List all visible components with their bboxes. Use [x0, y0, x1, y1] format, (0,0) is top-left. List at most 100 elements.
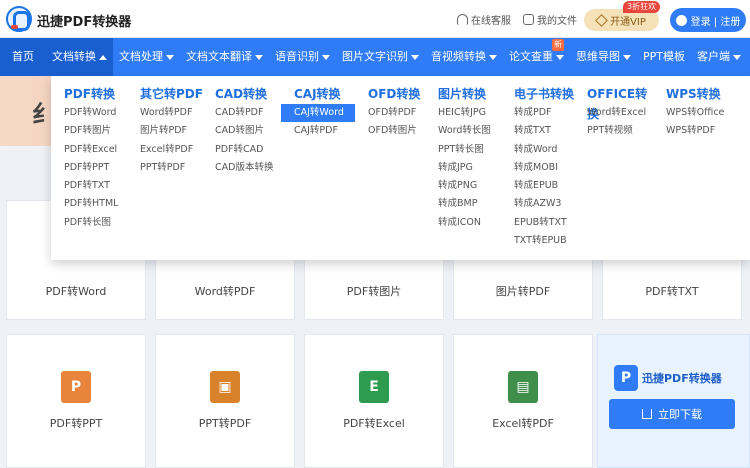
menu-column-to-pdf: 其它转PDF Word转PDF 图片转PDF Excel转PDF PPT转PDF [127, 84, 207, 177]
menu-item[interactable]: PPT转视频 [574, 122, 654, 140]
menu-item[interactable]: PDF转TXT [51, 177, 139, 195]
nav-item-ppt-template[interactable]: PPT模板 [637, 38, 691, 76]
menu-item[interactable]: 转成EPUB [501, 177, 581, 195]
nav-item-media[interactable]: 音视频转换 [425, 38, 503, 76]
menu-item[interactable]: PDF转CAD [202, 141, 282, 159]
download-button[interactable]: 立即下载 [609, 399, 735, 429]
menu-item[interactable]: OFD转图片 [355, 122, 429, 140]
tool-tile-pdf-to-excel[interactable]: E PDF转Excel [304, 334, 444, 468]
app-logo-icon[interactable] [6, 6, 32, 32]
menu-item[interactable]: 转成ICON [425, 214, 505, 232]
login-label: 登录 | 注册 [690, 16, 741, 28]
nav-label: 文档转换 [52, 50, 96, 63]
menu-item[interactable]: 图片转PDF [127, 122, 207, 140]
nav-item-doc-convert[interactable]: 文档转换 [46, 38, 113, 76]
tool-tile-pdf-to-ppt[interactable]: P PDF转PPT [6, 334, 146, 468]
menu-item[interactable]: PPT转PDF [127, 159, 207, 177]
menu-item[interactable]: 转成TXT [501, 122, 581, 140]
menu-item[interactable]: CAJ转PDF [281, 122, 355, 140]
customer-service-label: 在线客服 [471, 16, 511, 27]
login-register-button[interactable]: 登录 | 注册 [670, 8, 746, 32]
menu-item[interactable]: CAD转图片 [202, 122, 282, 140]
nav-label: 图片文字识别 [342, 50, 408, 63]
menu-item[interactable]: OFD转PDF [355, 104, 429, 122]
menu-column-cad: CAD转换 CAD转PDF CAD转图片 PDF转CAD CAD版本转换 [202, 84, 282, 177]
tool-label: PDF转TXT [645, 285, 699, 298]
menu-item[interactable]: CAD转PDF [202, 104, 282, 122]
nav-item-mindmap[interactable]: 思维导图 [570, 38, 637, 76]
my-files-link[interactable]: 我的文件 [523, 12, 577, 27]
menu-column-office: OFFICE转换 Word转Excel PPT转视频 [574, 84, 654, 141]
menu-item[interactable]: Word转Excel [574, 104, 654, 122]
nav-item-doc-process[interactable]: 文档处理 [113, 38, 180, 76]
menu-item[interactable]: PDF转Word [51, 104, 139, 122]
menu-column-ofd: OFD转换 OFD转PDF OFD转图片 [355, 84, 429, 141]
menu-item[interactable]: Word转长图 [425, 122, 505, 140]
tool-tile-ppt-to-pdf[interactable]: ▣ PPT转PDF [155, 334, 295, 468]
customer-service-link[interactable]: 在线客服 [457, 12, 511, 27]
menu-item[interactable]: 转成PDF [501, 104, 581, 122]
menu-column-title: PDF转换 [64, 87, 115, 101]
menu-item[interactable]: PDF转图片 [51, 122, 139, 140]
menu-item[interactable]: 转成Word [501, 141, 581, 159]
menu-item[interactable]: 转成JPG [425, 159, 505, 177]
headset-icon [457, 14, 468, 25]
tool-label: PDF转图片 [346, 285, 402, 298]
nav-item-speech[interactable]: 语音识别 [269, 38, 336, 76]
menu-item[interactable]: Excel转PDF [127, 141, 207, 159]
caret-up-icon [99, 54, 107, 60]
brand-name[interactable]: 迅捷PDF转换器 [37, 11, 131, 30]
menu-item[interactable]: 转成MOBI [501, 159, 581, 177]
nav-label: 客户端 [697, 50, 730, 63]
menu-item[interactable]: 转成AZW3 [501, 195, 581, 213]
nav-item-ocr[interactable]: 图片文字识别 [336, 38, 425, 76]
tool-label: PDF转Word [45, 285, 107, 298]
vip-promo-badge: 3折狂欢 [623, 1, 661, 13]
tool-tile-excel-to-pdf[interactable]: ▤ Excel转PDF [453, 334, 593, 468]
new-badge: 新 [552, 39, 564, 51]
nav-item-translate[interactable]: 文档文本翻译 [180, 38, 269, 76]
menu-column-title: WPS转换 [666, 87, 721, 101]
menu-item[interactable]: EPUB转TXT [501, 214, 581, 232]
menu-item[interactable]: PDF转HTML [51, 195, 139, 213]
menu-column-title: CAJ转换 [294, 87, 341, 101]
menu-item[interactable]: WPS转PDF [653, 122, 743, 140]
menu-column-wps: WPS转换 WPS转Office WPS转PDF [653, 84, 743, 141]
caret-down-icon [623, 54, 631, 60]
nav-label: 文档处理 [119, 50, 163, 63]
tool-label: PPT转PDF [198, 417, 252, 430]
download-promo: P 迅捷PDF转换器 立即下载 [597, 334, 750, 468]
nav-label: 首页 [12, 50, 34, 63]
nav-item-client[interactable]: 客户端 [691, 38, 747, 76]
menu-item[interactable]: HEIC转JPG [425, 104, 505, 122]
nav-label: PPT模板 [643, 50, 685, 63]
menu-item[interactable]: Word转PDF [127, 104, 207, 122]
caret-down-icon [556, 54, 564, 60]
menu-column-image: 图片转换 HEIC转JPG Word转长图 PPT转长图 转成JPG 转成PNG… [425, 84, 505, 232]
doc-convert-dropdown: PDF转换 PDF转Word PDF转图片 PDF转Excel PDF转PPT … [51, 76, 750, 260]
menu-item-selected[interactable]: CAJ转Word [281, 104, 355, 123]
caret-down-icon [411, 54, 419, 60]
menu-item[interactable]: 转成PNG [425, 177, 505, 195]
excel-icon: E [359, 371, 389, 403]
menu-column-title: OFD转换 [368, 87, 421, 101]
menu-item[interactable]: WPS转Office [653, 104, 743, 122]
ppt-icon: P [61, 371, 91, 403]
nav-item-plagiarism[interactable]: 论文查重新 [503, 38, 570, 76]
tool-label: PDF转PPT [49, 417, 103, 430]
menu-item[interactable]: PPT转长图 [425, 141, 505, 159]
caret-down-icon [489, 54, 497, 60]
menu-column-title: OFFICE转换 [587, 87, 648, 121]
menu-item[interactable]: 转成BMP [425, 195, 505, 213]
menu-item[interactable]: PDF转PPT [51, 159, 139, 177]
menu-item[interactable]: PDF转长图 [51, 214, 139, 232]
menu-item[interactable]: PDF转Excel [51, 141, 139, 159]
caret-down-icon [166, 54, 174, 60]
diamond-icon [595, 13, 608, 27]
menu-column-ebook: 电子书转换 转成PDF 转成TXT 转成Word 转成MOBI 转成EPUB 转… [501, 84, 581, 250]
menu-item[interactable]: CAD版本转换 [202, 159, 282, 177]
menu-column-title: CAD转换 [215, 87, 268, 101]
menu-column-title: 图片转换 [438, 87, 487, 101]
nav-item-home[interactable]: 首页 [0, 38, 46, 76]
menu-item[interactable]: TXT转EPUB [501, 232, 581, 250]
